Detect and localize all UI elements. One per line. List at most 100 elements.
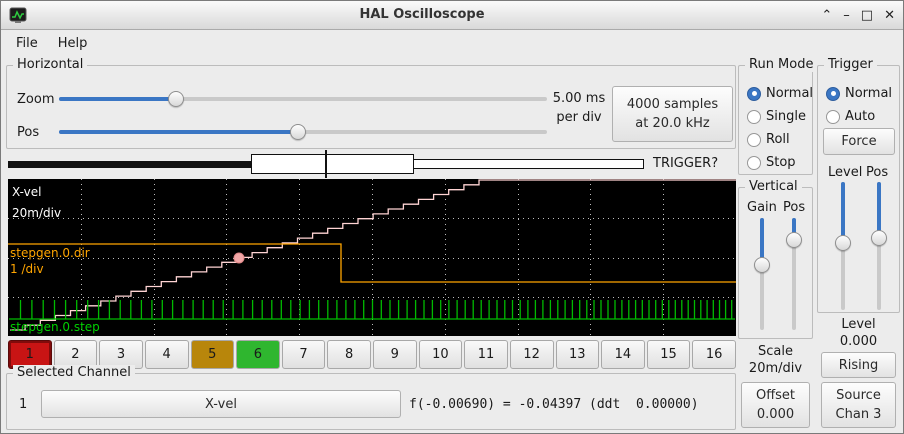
- slider-trough[interactable]: [760, 218, 764, 330]
- trigger-level-label: Level: [828, 165, 862, 180]
- vertical-frame: Vertical Gain Pos: [738, 187, 813, 339]
- slider-fill: [59, 130, 298, 134]
- slider-handle[interactable]: [168, 91, 184, 107]
- record-extent-bar: [8, 161, 253, 168]
- trigger-pos-label: Pos: [866, 165, 888, 180]
- menubar: File Help: [1, 30, 903, 56]
- selected-channel-frame-label: Selected Channel: [13, 365, 135, 380]
- halscope-window: HAL Oscilloscope ⌃ – □ ✕ File Help Horiz…: [0, 0, 904, 434]
- offset-line2: 0.000: [757, 405, 794, 424]
- vertical-scale-label: Scale: [738, 344, 813, 359]
- time-scale-value: 5.00 ms: [550, 89, 608, 108]
- channel-button-4[interactable]: 4: [145, 340, 189, 369]
- channel-button-9[interactable]: 9: [373, 340, 417, 369]
- radio-icon: [747, 133, 761, 147]
- force-button[interactable]: Force: [823, 128, 895, 155]
- radio-stop[interactable]: Stop: [747, 155, 813, 170]
- window-title: HAL Oscilloscope: [1, 1, 843, 29]
- slider-handle[interactable]: [290, 124, 306, 140]
- trigger-source-button[interactable]: Source Chan 3: [821, 382, 896, 428]
- vertical-pos-slider[interactable]: [786, 218, 802, 330]
- zoom-label: Zoom: [17, 92, 54, 107]
- vertical-frame-label: Vertical: [745, 179, 802, 194]
- zoom-slider[interactable]: [59, 91, 547, 107]
- channel-name-button[interactable]: X-vel: [41, 390, 401, 418]
- channel-button-12[interactable]: 12: [510, 340, 554, 369]
- offset-button[interactable]: Offset 0.000: [741, 382, 810, 428]
- trigger-level-slider[interactable]: [835, 182, 851, 310]
- radio-icon: [826, 110, 840, 124]
- selected-sample-marker: [234, 253, 244, 263]
- radio-label: Normal: [766, 86, 813, 101]
- samples-line1: 4000 samples: [627, 95, 718, 114]
- scope-label-1-div: 1 /div: [10, 262, 44, 276]
- radio-icon: [747, 110, 761, 124]
- radio-auto[interactable]: Auto: [826, 109, 892, 124]
- radio-label: Auto: [845, 109, 875, 124]
- slider-fill: [841, 182, 845, 243]
- channel-button-10[interactable]: 10: [419, 340, 463, 369]
- channel-readout: f(-0.00690) = -0.04397 (ddt 0.00000): [409, 397, 699, 412]
- radio-label: Stop: [766, 155, 796, 170]
- channel-button-15[interactable]: 15: [647, 340, 691, 369]
- time-scale-unit: per div: [550, 108, 608, 127]
- radio-single[interactable]: Single: [747, 109, 813, 124]
- menu-file[interactable]: File: [7, 33, 47, 54]
- horizontal-pos-slider[interactable]: [59, 124, 547, 140]
- horizontal-frame: Horizontal Zoom Pos 5.00 ms per div 4000…: [6, 65, 736, 149]
- record-view-box: [251, 154, 414, 174]
- channel-button-7[interactable]: 7: [282, 340, 326, 369]
- step-trace: [9, 300, 735, 319]
- trigger-source-line2: Chan 3: [836, 405, 882, 424]
- radio-roll[interactable]: Roll: [747, 132, 813, 147]
- run-mode-frame-label: Run Mode: [745, 57, 817, 72]
- scope-display: X-vel20m/divstepgen.0.dir1 /divstepgen.0…: [8, 179, 736, 336]
- slider-handle[interactable]: [786, 232, 802, 248]
- gain-slider[interactable]: [754, 218, 770, 330]
- trigger-edge-button[interactable]: Rising: [821, 352, 896, 378]
- channel-button-13[interactable]: 13: [556, 340, 600, 369]
- minimize-icon[interactable]: –: [843, 8, 850, 23]
- slider-handle[interactable]: [754, 257, 770, 273]
- offset-line1: Offset: [756, 386, 795, 405]
- slider-trough[interactable]: [59, 97, 547, 101]
- horizontal-frame-label: Horizontal: [13, 57, 87, 72]
- scope-label-stepgen-0-step: stepgen.0.step: [10, 320, 100, 334]
- record-tail-bar: [413, 159, 644, 169]
- vertical-pos-label: Pos: [783, 200, 805, 215]
- channel-button-8[interactable]: 8: [327, 340, 371, 369]
- time-scale-readout: 5.00 ms per div: [550, 89, 608, 127]
- slider-handle[interactable]: [835, 235, 851, 251]
- channel-button-14[interactable]: 14: [601, 340, 645, 369]
- trigger-source-line1: Source: [836, 386, 881, 405]
- channel-button-16[interactable]: 16: [692, 340, 736, 369]
- menu-help[interactable]: Help: [49, 33, 97, 54]
- radio-label: Normal: [845, 86, 892, 101]
- slider-handle[interactable]: [871, 230, 887, 246]
- samples-button[interactable]: 4000 samples at 20.0 kHz: [612, 86, 733, 142]
- trigger-level-readout-value: 0.000: [817, 334, 900, 349]
- radio-normal[interactable]: Normal: [826, 86, 892, 101]
- radio-normal[interactable]: Normal: [747, 86, 813, 101]
- titlebar[interactable]: HAL Oscilloscope ⌃ – □ ✕: [1, 1, 903, 30]
- channel-button-5[interactable]: 5: [191, 340, 235, 369]
- shade-icon[interactable]: ⌃: [821, 8, 832, 23]
- scope-label-x-vel: X-vel: [12, 185, 41, 199]
- trigger-frame: Trigger NormalAuto Force Level Pos: [817, 65, 900, 313]
- gain-label: Gain: [747, 200, 777, 215]
- slider-fill: [59, 97, 176, 101]
- maximize-icon[interactable]: □: [861, 8, 873, 23]
- trigger-mode-options: Normal Auto: [826, 86, 892, 124]
- trigger-frame-label: Trigger: [824, 57, 877, 72]
- close-icon[interactable]: ✕: [884, 8, 895, 23]
- samples-line2: at 20.0 kHz: [635, 114, 709, 133]
- channel-button-6[interactable]: 6: [236, 340, 280, 369]
- channel-button-11[interactable]: 11: [464, 340, 508, 369]
- radio-label: Single: [766, 109, 806, 124]
- selected-channel-frame: Selected Channel 1 X-vel f(-0.00690) = -…: [6, 373, 736, 430]
- radio-icon: [747, 87, 761, 101]
- window-controls: ⌃ – □ ✕: [821, 1, 895, 29]
- scope-label-20m-div: 20m/div: [12, 206, 61, 220]
- run-mode-frame: Run Mode NormalSingleRollStop: [738, 65, 813, 175]
- trigger-pos-slider[interactable]: [871, 182, 887, 310]
